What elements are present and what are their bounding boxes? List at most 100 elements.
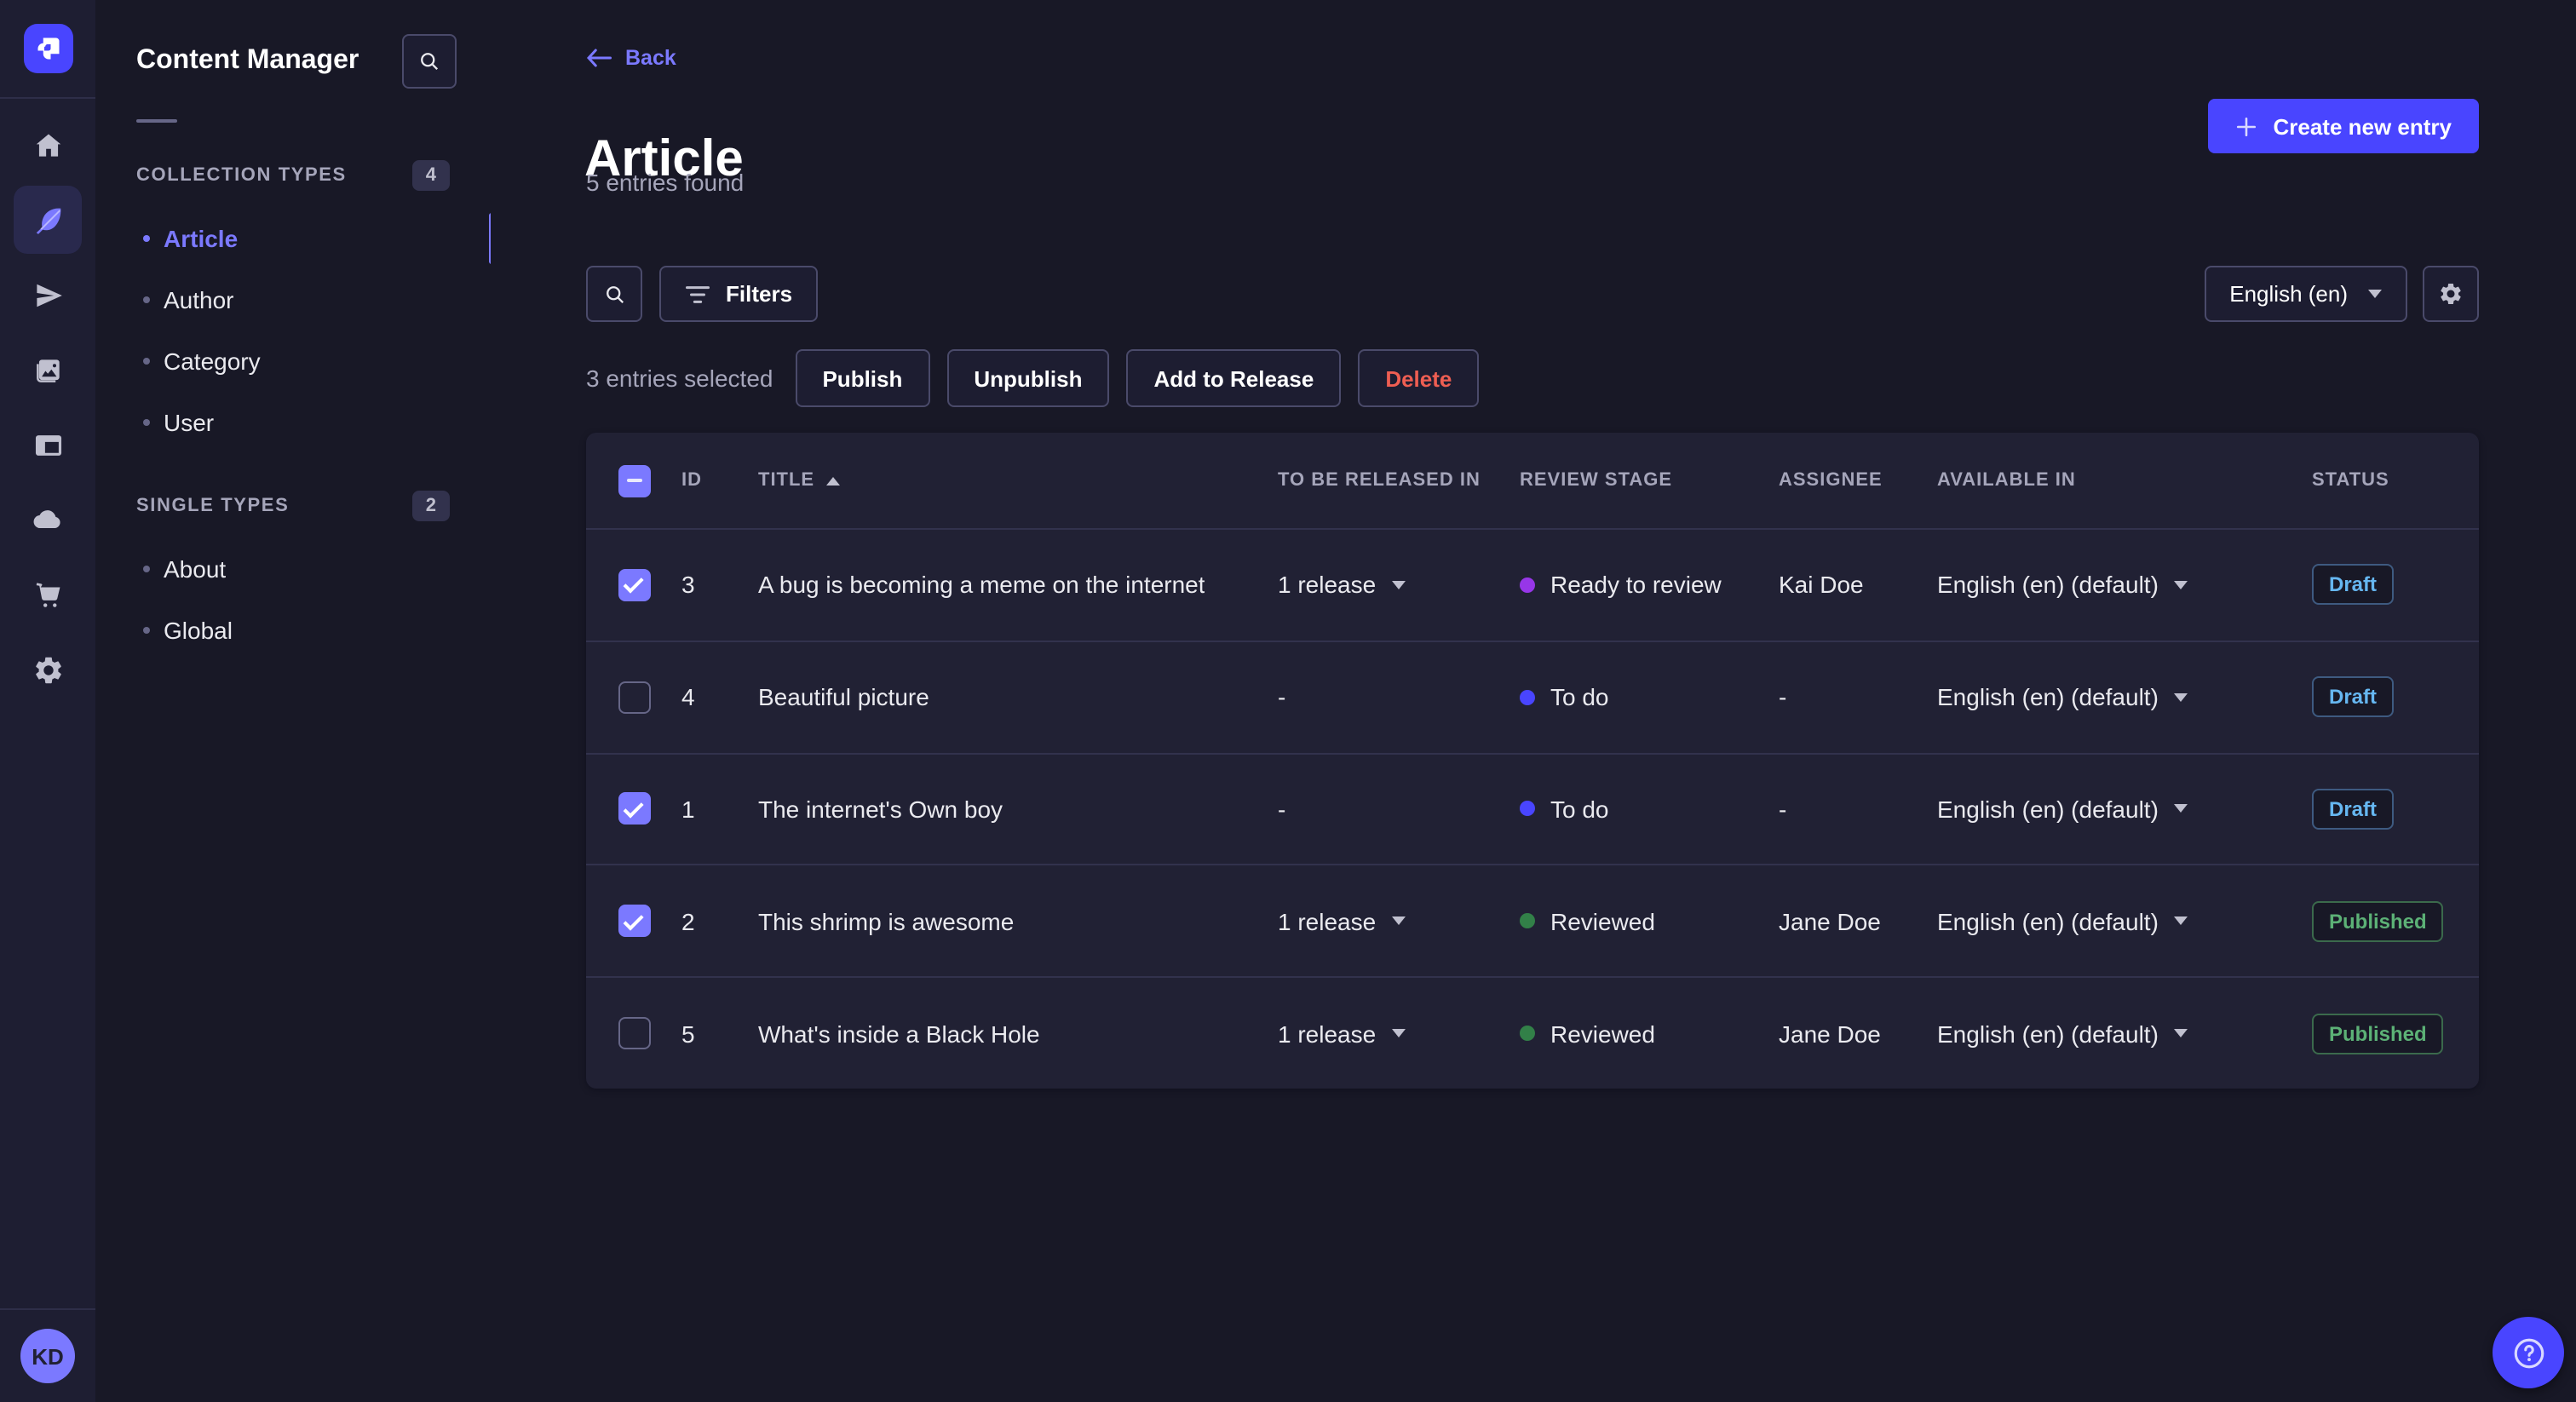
- collection-types-count: 4: [411, 160, 450, 191]
- nav-settings-icon[interactable]: [14, 635, 82, 704]
- sidebar-item-article[interactable]: Article: [95, 208, 494, 269]
- column-assignee[interactable]: ASSIGNEE: [1779, 470, 1937, 491]
- back-link[interactable]: Back: [586, 46, 676, 70]
- cell-release[interactable]: 1 release: [1278, 1020, 1520, 1047]
- cell-release[interactable]: -: [1278, 796, 1520, 823]
- column-to-be-released-in[interactable]: TO BE RELEASED IN: [1278, 470, 1520, 491]
- sidebar-item-about[interactable]: About: [95, 538, 491, 600]
- cell-review-stage: Reviewed: [1520, 1020, 1779, 1047]
- unpublish-button[interactable]: Unpublish: [946, 349, 1110, 407]
- table-row[interactable]: 1 The internet's Own boy - To do - Engli…: [586, 754, 2479, 866]
- cell-assignee: Jane Doe: [1779, 907, 1881, 935]
- user-avatar[interactable]: KD: [20, 1329, 75, 1383]
- delete-button[interactable]: Delete: [1358, 349, 1480, 407]
- bullet-icon: [143, 627, 150, 634]
- nav-cloud-icon[interactable]: [14, 486, 82, 554]
- bullet-icon: [143, 358, 150, 365]
- list-settings-button[interactable]: [2423, 266, 2479, 322]
- single-types-label: SINGLE TYPES: [136, 496, 290, 516]
- toolbar: Filters English (en): [586, 266, 2479, 322]
- table-row[interactable]: 3 A bug is becoming a meme on the intern…: [586, 530, 2479, 642]
- bullet-icon: [143, 296, 150, 303]
- search-button[interactable]: [586, 266, 642, 322]
- nav-content-manager-icon[interactable]: [14, 186, 82, 254]
- cell-release[interactable]: 1 release: [1278, 908, 1520, 935]
- cell-review-stage: To do: [1520, 796, 1779, 823]
- table-row[interactable]: 5 What's inside a Black Hole 1 release R…: [586, 978, 2479, 1089]
- row-checkbox[interactable]: [618, 792, 650, 825]
- table-row[interactable]: 2 This shrimp is awesome 1 release Revie…: [586, 866, 2479, 979]
- status-badge: Published: [2312, 1013, 2444, 1054]
- cell-title: What's inside a Black Hole: [758, 1020, 1040, 1048]
- column-review-stage[interactable]: REVIEW STAGE: [1520, 470, 1779, 491]
- app: KD Content Manager COLLECTION TYPES 4 Ar…: [0, 0, 2576, 1402]
- chevron-down-icon: [1391, 916, 1406, 926]
- collection-types-label: COLLECTION TYPES: [136, 165, 347, 186]
- nav-releases-icon[interactable]: [14, 261, 82, 329]
- cell-available-in[interactable]: English (en) (default): [1937, 683, 2312, 710]
- cell-available-in[interactable]: English (en) (default): [1937, 908, 2312, 935]
- cell-assignee: Jane Doe: [1779, 1020, 1881, 1048]
- chevron-down-icon: [2368, 290, 2382, 298]
- cell-release[interactable]: -: [1278, 683, 1520, 710]
- row-checkbox[interactable]: [618, 1017, 650, 1050]
- nav-content-type-builder-icon[interactable]: [14, 411, 82, 479]
- filter-icon: [686, 285, 710, 302]
- cell-available-in[interactable]: English (en) (default): [1937, 796, 2312, 823]
- single-types-count: 2: [411, 491, 450, 521]
- row-checkbox[interactable]: [618, 568, 650, 601]
- rail-divider: [0, 97, 95, 99]
- sidebar-item-author[interactable]: Author: [95, 269, 491, 330]
- chevron-down-icon: [2173, 916, 2188, 926]
- sidebar-item-category[interactable]: Category: [95, 330, 491, 392]
- cell-review-stage: Reviewed: [1520, 908, 1779, 935]
- cell-title: A bug is becoming a meme on the internet: [758, 571, 1205, 599]
- selection-count: 3 entries selected: [586, 365, 773, 392]
- cell-available-in[interactable]: English (en) (default): [1937, 1020, 2312, 1047]
- sidebar-item-user[interactable]: User: [95, 392, 491, 453]
- rail-divider-bottom: [0, 1308, 95, 1310]
- cell-available-in[interactable]: English (en) (default): [1937, 572, 2312, 599]
- column-title[interactable]: TITLE: [758, 470, 1278, 491]
- row-checkbox[interactable]: [618, 905, 650, 938]
- sidebar-search-button[interactable]: [402, 34, 457, 89]
- table-row[interactable]: 4 Beautiful picture - To do - English (e…: [586, 642, 2479, 755]
- cell-release[interactable]: 1 release: [1278, 572, 1520, 599]
- cell-assignee: -: [1779, 795, 1787, 823]
- column-available-in[interactable]: AVAILABLE IN: [1937, 470, 2312, 491]
- column-status[interactable]: STATUS: [2312, 470, 2479, 491]
- entries-table: ID TITLE TO BE RELEASED IN REVIEW STAGE …: [586, 433, 2479, 1089]
- entries-count: 5 entries found: [586, 169, 745, 196]
- chevron-down-icon: [2173, 580, 2188, 589]
- filters-button[interactable]: Filters: [659, 266, 819, 322]
- nav-marketplace-icon[interactable]: [14, 560, 82, 629]
- sidebar-divider: [136, 119, 177, 123]
- cell-id: 4: [681, 683, 695, 711]
- sidebar-title: Content Manager: [136, 46, 359, 75]
- locale-select[interactable]: English (en): [2204, 266, 2407, 322]
- cell-id: 3: [681, 571, 695, 599]
- question-mark-icon: [2513, 1337, 2544, 1368]
- strapi-logo[interactable]: [23, 24, 72, 73]
- chevron-down-icon: [2173, 804, 2188, 813]
- nav-home-icon[interactable]: [14, 111, 82, 179]
- stage-dot: [1520, 689, 1535, 705]
- chevron-down-icon: [2173, 692, 2188, 702]
- publish-button[interactable]: Publish: [795, 349, 930, 407]
- chevron-down-icon: [1391, 1029, 1406, 1038]
- sidebar-item-global[interactable]: Global: [95, 600, 491, 661]
- nav-media-library-icon[interactable]: [14, 336, 82, 404]
- stage-dot: [1520, 577, 1535, 593]
- add-to-release-button[interactable]: Add to Release: [1126, 349, 1342, 407]
- cell-assignee: -: [1779, 683, 1787, 711]
- row-checkbox[interactable]: [618, 681, 650, 714]
- stage-dot: [1520, 913, 1535, 929]
- create-new-entry-button[interactable]: Create new entry: [2208, 99, 2479, 153]
- help-button[interactable]: [2493, 1317, 2564, 1388]
- cell-id: 5: [681, 1020, 695, 1048]
- cell-id: 2: [681, 907, 695, 935]
- select-all-checkbox[interactable]: [618, 464, 650, 497]
- bullet-icon: [143, 235, 150, 242]
- status-badge: Draft: [2312, 564, 2395, 606]
- column-id[interactable]: ID: [681, 470, 758, 491]
